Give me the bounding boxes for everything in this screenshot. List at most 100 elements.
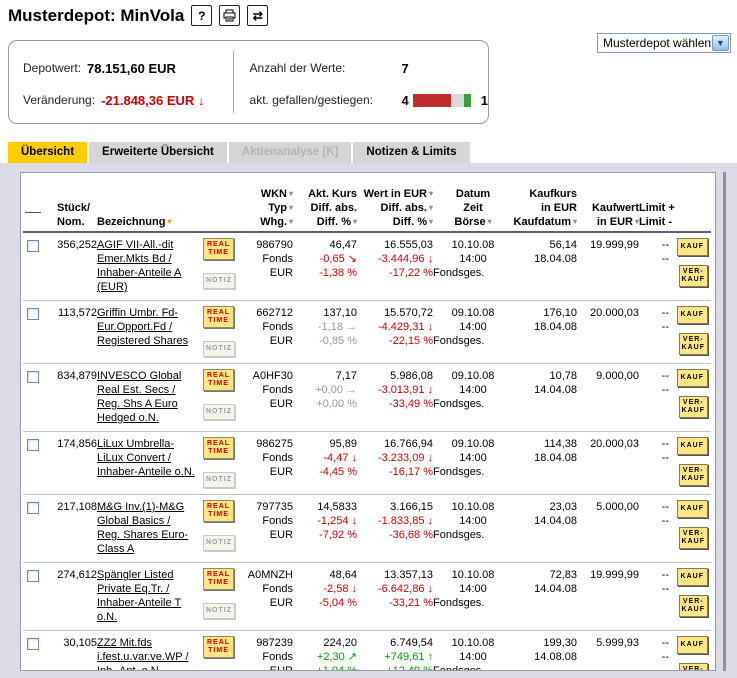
table-row: 356,252 AGIF VII-All.-dit Emer.Mkts Bd /… <box>23 233 711 301</box>
realtime-button[interactable]: REAL TIME <box>203 238 235 260</box>
verkauf-button[interactable]: VER- KAUF <box>678 396 708 418</box>
kurs-diff-pct: +1,04 % <box>316 665 357 671</box>
kauf-button[interactable]: KAUF <box>676 500 708 518</box>
verkauf-button[interactable]: VER- KAUF <box>678 595 708 617</box>
kaufwert-cell: 19.999,99 <box>577 568 639 624</box>
kurs-diff-pct: -5,04 % <box>319 597 357 609</box>
wert-diff-abs: -4.429,31 ↓ <box>377 321 433 333</box>
realtime-button[interactable]: REAL TIME <box>203 500 235 522</box>
column-header-kaufkurs[interactable]: Kaufkurs in EUR Kaufdatum ▾ <box>513 187 577 229</box>
limit-plus-value: -- <box>661 370 669 382</box>
row-checkbox[interactable] <box>27 439 39 451</box>
kaufdatum-value: 14.08.08 <box>534 651 577 663</box>
dropdown-arrow-icon[interactable]: ▼ <box>712 35 729 51</box>
realtime-button[interactable]: REAL TIME <box>203 636 235 658</box>
anzahl-label: Anzahl der Werte: <box>249 61 346 75</box>
limit-cell: -- -- <box>639 238 669 294</box>
notiz-button[interactable]: NOTIZ <box>203 472 235 488</box>
vertical-scrollbar[interactable] <box>723 172 726 671</box>
tab-uebersicht[interactable]: Übersicht <box>8 142 88 163</box>
gestiegen-count: 1 <box>480 92 488 108</box>
depot-select[interactable]: Musterdepot wählen ▼ <box>597 33 731 53</box>
position-name-link[interactable]: ZZ2 Mit.fds i.fest.u.var.ve.WP / Inh.-An… <box>97 637 189 670</box>
column-header-bezeichnung[interactable]: Bezeichnung ▾ <box>97 215 201 229</box>
gefallen-gestiegen-label: akt. gefallen/gestiegen: <box>249 93 373 107</box>
kauf-button[interactable]: KAUF <box>676 437 708 455</box>
realtime-button[interactable]: REAL TIME <box>203 306 235 328</box>
wert-diff-abs: -3.013,91 ↓ <box>377 384 433 396</box>
notiz-button[interactable]: NOTIZ <box>203 273 235 289</box>
column-header-wkn[interactable]: WKN ▾ Typ ▾ Whg. ▾ <box>239 187 293 229</box>
kauf-button[interactable]: KAUF <box>676 369 708 387</box>
wkn-value: 986275 <box>256 438 293 450</box>
notiz-button[interactable]: NOTIZ <box>203 341 235 357</box>
kurs-diff-pct: -1,38 % <box>319 267 357 279</box>
notiz-button[interactable]: NOTIZ <box>203 603 235 619</box>
bezeichnung-cell: Griffin Umbr. Fd-Eur.Opport.Fd / Registe… <box>97 306 201 357</box>
position-name-link[interactable]: Griffin Umbr. Fd-Eur.Opport.Fd / Registe… <box>97 307 188 347</box>
tab-notizen-limits[interactable]: Notizen & Limits <box>353 142 470 163</box>
tab-erweiterte-uebersicht[interactable]: Erweiterte Übersicht <box>89 142 227 163</box>
row-checkbox[interactable] <box>27 371 39 383</box>
position-name-link[interactable]: LiLux Umbrella-LiLux Convert / Inhaber-A… <box>97 438 195 478</box>
position-name-link[interactable]: Spängler Listed Private Eq.Tr. / Inhaber… <box>97 569 181 623</box>
table-row: 217,108 M&G Inv.(1)-M&G Global Basics / … <box>23 495 711 563</box>
datum-cell: 10.10.08 14:00 Fondsges. <box>433 500 513 556</box>
verkauf-button[interactable]: VER- KAUF <box>678 333 708 355</box>
kaufwert-value: 20.000,03 <box>590 307 639 319</box>
column-header-wert[interactable]: Wert in EUR ▾ Diff. abs. ▾ Diff. % ▾ <box>357 187 433 229</box>
kurs-cell: 7,17 +0,00 → +0,00 % <box>293 369 357 425</box>
wert-cell: 16.766,94 -3.233,09 ↓ -16,17 % <box>357 437 433 488</box>
wert-diff-pct: -17,22 % <box>388 267 433 279</box>
row-checkbox[interactable] <box>27 308 39 320</box>
wert-value: 3.166,15 <box>390 501 433 513</box>
notiz-button[interactable]: NOTIZ <box>203 535 235 551</box>
sort-icon[interactable]: ▾ <box>488 217 492 226</box>
print-button[interactable] <box>219 5 241 26</box>
row-actions: KAUF VER- KAUF <box>669 500 709 556</box>
typ-value: Fonds <box>262 321 293 333</box>
realtime-button[interactable]: REAL TIME <box>203 568 235 590</box>
kauf-button[interactable]: KAUF <box>676 636 708 654</box>
column-header-kurs[interactable]: Akt. Kurs Diff. abs. Diff. % ▾ <box>293 187 357 229</box>
refresh-button[interactable]: ⇄ <box>247 5 269 26</box>
wert-diff-pct: -16,17 % <box>388 466 433 478</box>
help-button[interactable]: ? <box>191 5 213 26</box>
row-checkbox[interactable] <box>27 502 39 514</box>
verkauf-button[interactable]: VER- KAUF <box>678 265 708 287</box>
row-checkbox[interactable] <box>27 570 39 582</box>
kaufkurs-cell: 23,03 14.04.08 <box>513 500 577 556</box>
kauf-button[interactable]: KAUF <box>676 306 708 324</box>
kaufwert-cell: 5.999,93 <box>577 636 639 670</box>
sort-active-icon[interactable]: ▾ <box>167 217 171 226</box>
realtime-button[interactable]: REAL TIME <box>203 437 235 459</box>
boerse-value: Fondsges. <box>433 466 485 478</box>
row-checkbox[interactable] <box>27 638 39 650</box>
verkauf-button[interactable]: VER- KAUF <box>678 663 708 670</box>
stueck-value: 356,252 <box>57 239 97 251</box>
datum-value: 10.10.08 <box>451 239 495 251</box>
datum-cell: 09.10.08 14:00 Fondsges. <box>433 437 513 488</box>
row-checkbox[interactable] <box>27 240 39 252</box>
kauf-button[interactable]: KAUF <box>676 568 708 586</box>
limit-cell: -- -- <box>639 500 669 556</box>
kauf-button[interactable]: KAUF <box>676 238 708 256</box>
realtime-button[interactable]: REAL TIME <box>203 369 235 391</box>
wkn-cell: 986275 Fonds EUR <box>239 437 293 488</box>
wkn-cell: 662712 Fonds EUR <box>239 306 293 357</box>
column-header-datum[interactable]: Datum Zeit Börse ▾ <box>433 187 513 229</box>
column-header-kaufwert[interactable]: Kaufwert in EUR ▾ <box>577 201 639 229</box>
kurs-diff-abs: +2,30 ↗ <box>316 651 357 663</box>
zeit-value: 14:00 <box>459 253 487 265</box>
notiz-button[interactable]: NOTIZ <box>203 404 235 420</box>
position-name-link[interactable]: AGIF VII-All.-dit Emer.Mkts Bd / Inhaber… <box>97 239 181 293</box>
position-name-link[interactable]: M&G Inv.(1)-M&G Global Basics / Reg. Sha… <box>97 501 188 555</box>
verkauf-button[interactable]: VER- KAUF <box>678 527 708 549</box>
position-name-link[interactable]: INVESCO Global Real Est. Secs / Reg. Shs… <box>97 370 181 424</box>
verkauf-button[interactable]: VER- KAUF <box>678 464 708 486</box>
akt-kurs-value: 224,20 <box>323 637 357 649</box>
waehrung-value: EUR <box>269 466 293 478</box>
kurs-cell: 46,47 -0,65 ↘ -1,38 % <box>293 238 357 294</box>
zeit-value: 14:00 <box>459 651 487 663</box>
kaufkurs-cell: 176,10 18.04.08 <box>513 306 577 357</box>
